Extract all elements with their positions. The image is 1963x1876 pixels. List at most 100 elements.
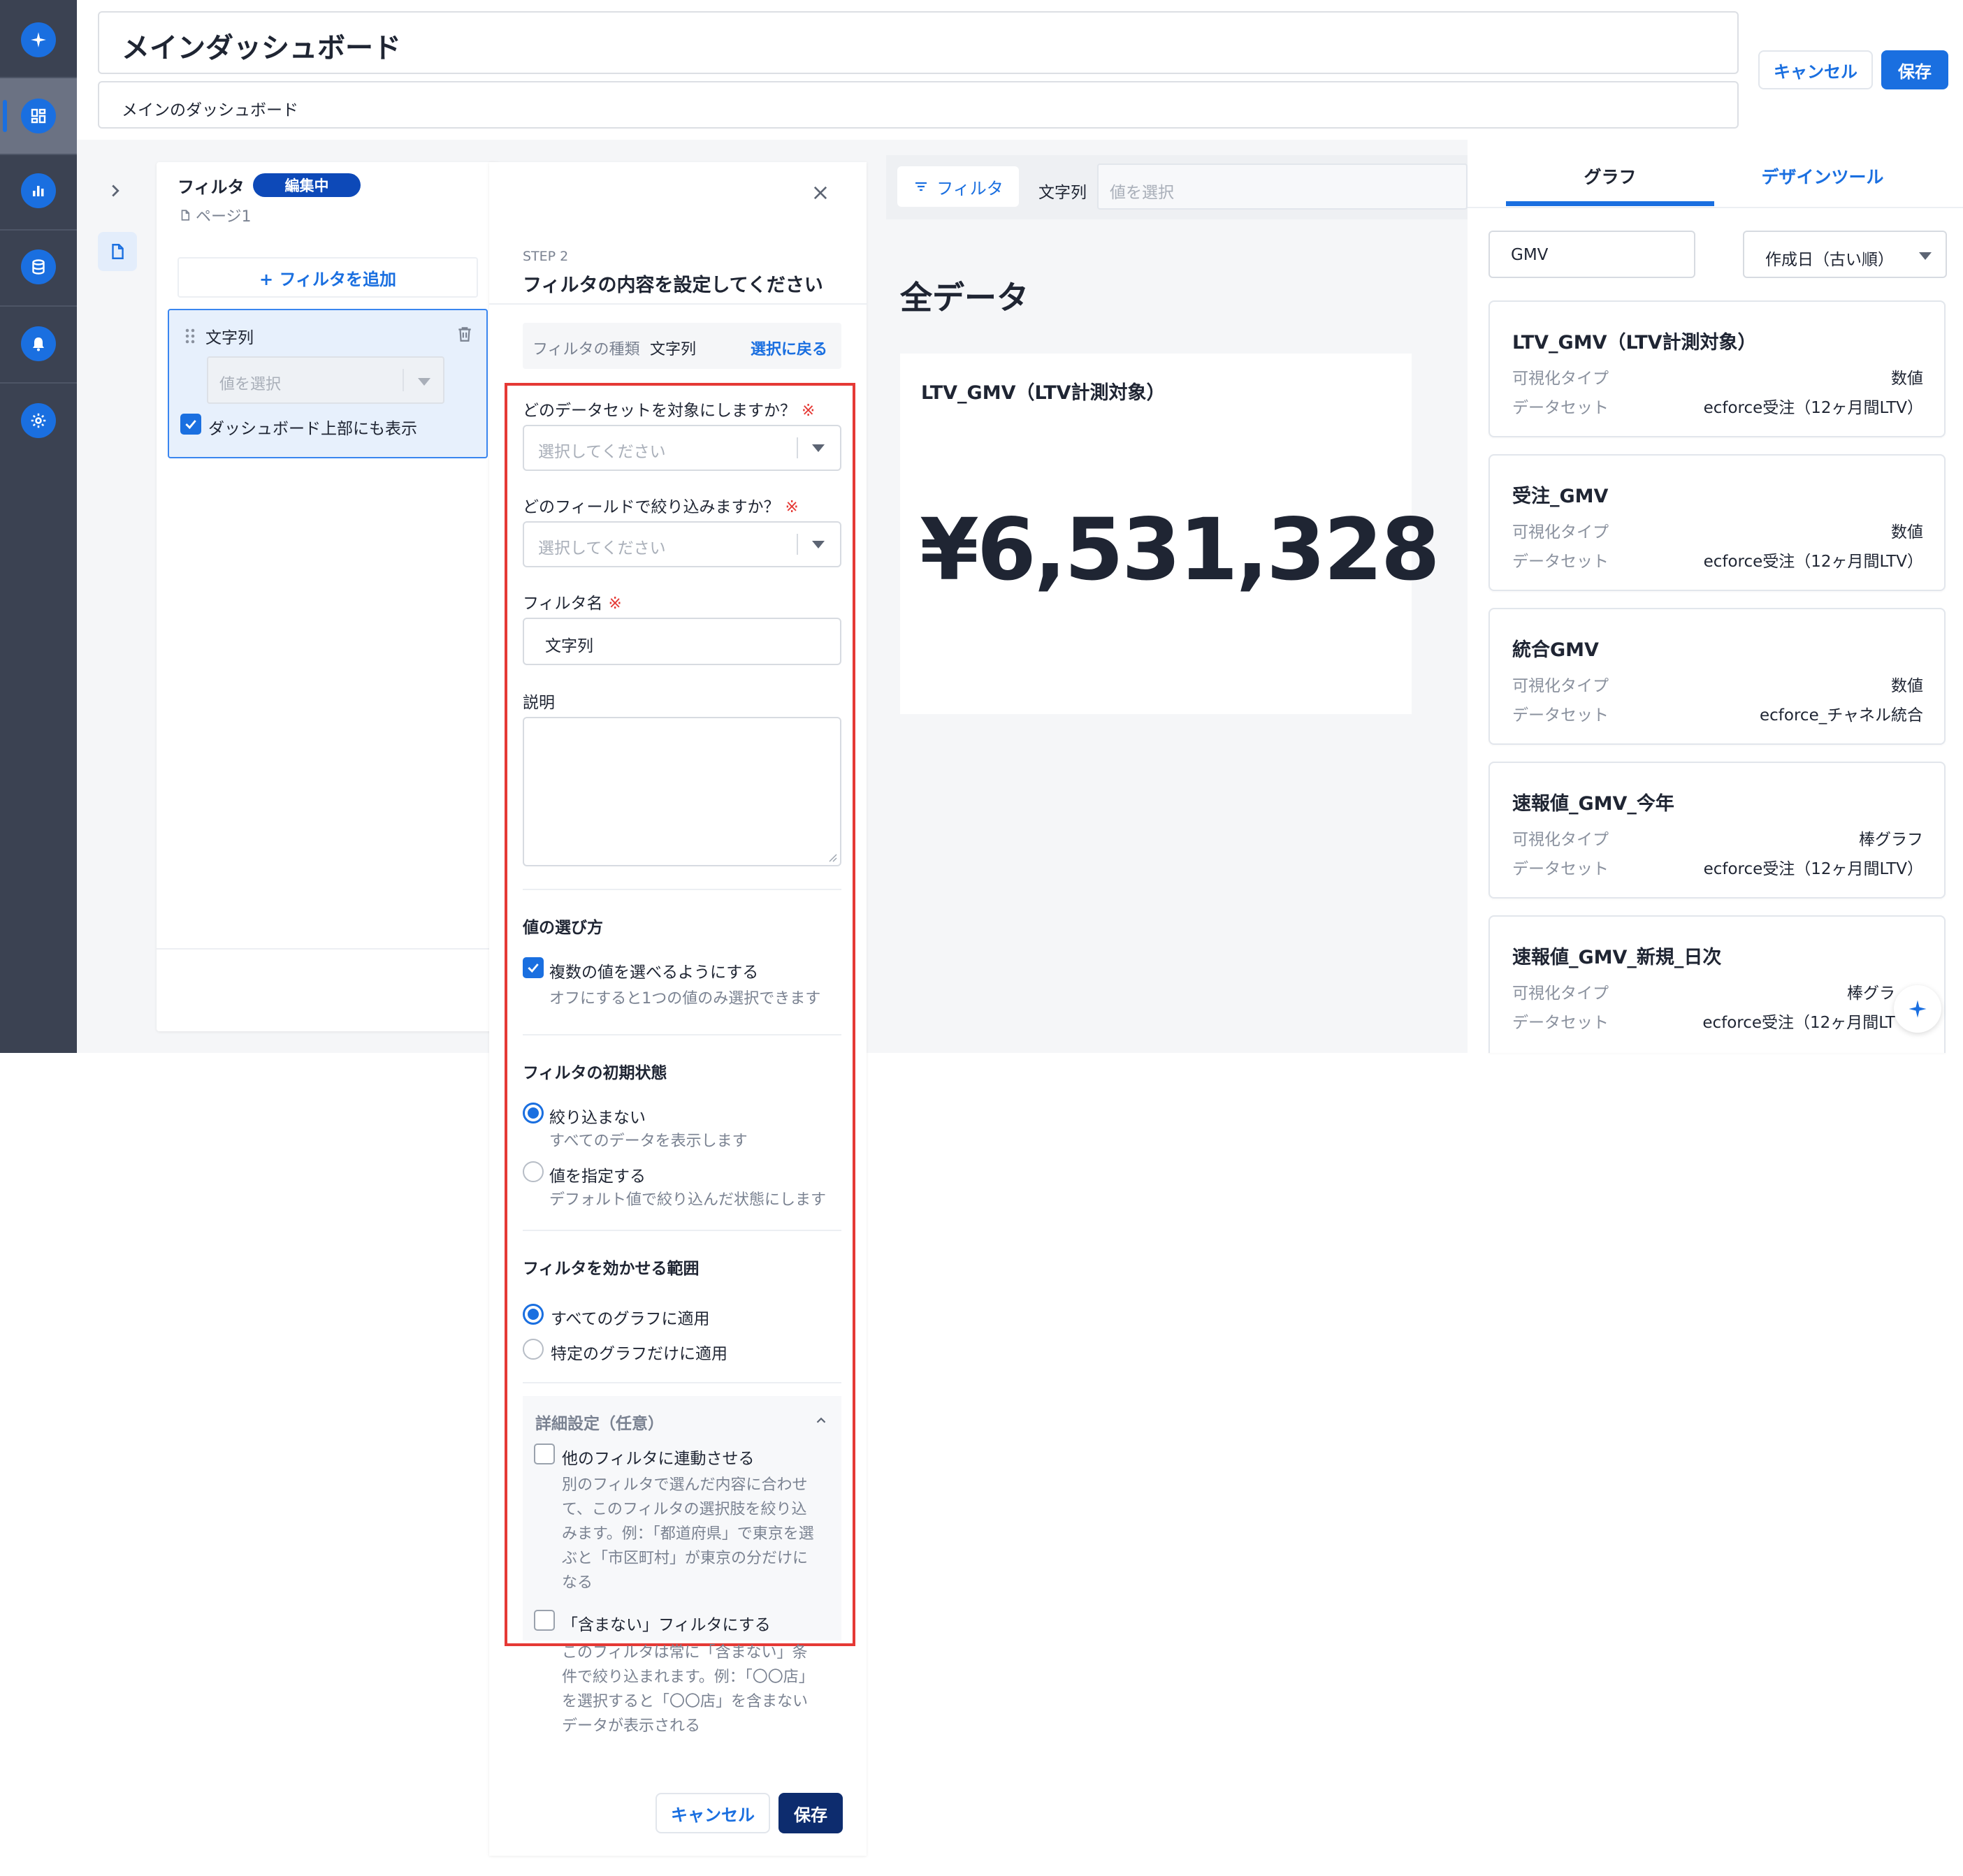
exclude-filter-help-line: 件で絞り込まれます。例：「〇〇店」 — [562, 1668, 814, 1686]
graph-card-viz-key: 可視化タイプ — [1512, 677, 1609, 695]
description-textarea[interactable] — [523, 717, 841, 866]
dashboard-description: メインのダッシュボード — [122, 101, 298, 119]
step-cancel-button[interactable]: キャンセル — [655, 1793, 770, 1833]
scope-specific-radio[interactable] — [523, 1339, 544, 1360]
graph-card[interactable]: 速報値_GMV_今年 可視化タイプ 棒グラフ データセット ecforce受注（… — [1488, 762, 1946, 899]
required-mark: ※ — [785, 498, 799, 516]
no-filter-label: 絞り込まない — [549, 1109, 646, 1127]
step-save-button[interactable]: 保存 — [778, 1793, 843, 1833]
chevron-down-icon — [1919, 252, 1932, 260]
header-save-button[interactable]: 保存 — [1881, 50, 1948, 89]
trash-icon[interactable] — [456, 324, 474, 344]
field-select[interactable]: 選択してください — [523, 521, 841, 567]
tab-graph[interactable]: グラフ — [1506, 163, 1714, 189]
specify-value-help: デフォルト値で絞り込んだ状態にします — [549, 1191, 827, 1209]
dashboard-title-field[interactable]: メインダッシュボード — [98, 11, 1739, 74]
graph-card[interactable]: 受注_GMV 可視化タイプ 数値 データセット ecforce受注（12ヶ月間L… — [1488, 454, 1946, 591]
tab-design-tool[interactable]: デザインツール — [1714, 163, 1931, 189]
graph-card-viz-key: 可視化タイプ — [1512, 831, 1609, 849]
scope-specific-label: 特定のグラフだけに適用 — [551, 1345, 727, 1363]
initial-state-heading: フィルタの初期状態 — [523, 1064, 667, 1082]
gear-icon[interactable] — [21, 403, 56, 438]
field-select-placeholder: 選択してください — [538, 539, 666, 558]
graph-card-title: LTV_GMV（LTV計測対象） — [1512, 332, 1757, 354]
scope-all-radio[interactable] — [523, 1304, 544, 1325]
filter-type-value: 文字列 — [650, 341, 697, 358]
dataset-label-row: どのデータセットを対象にしますか？ ※ — [523, 397, 815, 421]
exclude-filter-label: 「含まない」フィルタにする — [562, 1616, 771, 1634]
graph-card[interactable]: LTV_GMV（LTV計測対象） 可視化タイプ 数値 データセット ecforc… — [1488, 300, 1946, 437]
bar-chart-icon[interactable] — [21, 173, 56, 208]
filter-item[interactable]: 文字列 値を選択 ダッシュボード上部にも表示 — [168, 309, 488, 458]
graph-card-viz-value: 数値 — [1891, 370, 1923, 388]
graph-card-viz-value: 数値 — [1891, 523, 1923, 541]
sparkle-icon[interactable] — [21, 22, 56, 57]
close-icon[interactable] — [811, 183, 830, 203]
header-cancel-button[interactable]: キャンセル — [1758, 50, 1873, 89]
graph-card-dataset-key: データセット — [1512, 553, 1609, 571]
kpi-card[interactable]: LTV_GMV（LTV計測対象） ¥6,531,328 — [900, 354, 1440, 714]
exclude-filter-checkbox[interactable] — [534, 1610, 555, 1631]
specify-value-radio[interactable] — [523, 1161, 544, 1182]
link-filter-checkbox[interactable] — [534, 1444, 555, 1464]
filter-lines-icon — [915, 182, 927, 191]
dataset-label: どのデータセットを対象にしますか？ — [523, 402, 796, 420]
link-filter-help-line: 別のフィルタで選んだ内容に合わせ — [562, 1476, 808, 1494]
filter-name-input[interactable]: 文字列 — [523, 618, 841, 665]
graph-card-viz-value: 数値 — [1891, 677, 1923, 695]
graph-card[interactable]: 速報値_GMV_新規_日次 可視化タイプ 棒グラ データセット ecforce受… — [1488, 915, 1946, 1053]
link-filter-help-line: ぶと「市区町村」が東京の分だけに — [562, 1550, 809, 1567]
graph-card-title: 速報値_GMV_今年 — [1512, 793, 1674, 815]
field-label: どのフィールドで絞り込みますか？ — [523, 498, 780, 516]
add-filter-button[interactable]: + フィルタを追加 — [178, 257, 478, 298]
show-on-top-checkbox[interactable] — [180, 414, 201, 435]
page-icon — [181, 210, 190, 221]
exclude-filter-help-line: データが表示される — [562, 1717, 701, 1735]
show-on-top-label: ダッシュボード上部にも表示 — [208, 420, 417, 438]
editing-badge: 編集中 — [253, 173, 361, 197]
sort-select[interactable]: 作成日（古い順） — [1743, 231, 1947, 278]
page-icon[interactable] — [98, 232, 137, 271]
filter-item-value-select[interactable]: 値を選択 — [207, 356, 444, 404]
graph-card-dataset-value: ecforce受注（12ヶ月間LT — [1702, 1014, 1895, 1032]
right-panel: グラフ デザインツール GMV 作成日（古い順） LTV_GMV（LTV計測対象… — [1468, 140, 1963, 1053]
multi-select-checkbox[interactable] — [523, 957, 544, 978]
preview-value-select[interactable]: 値を選択 — [1097, 163, 1468, 210]
graph-search-input[interactable]: GMV — [1488, 231, 1695, 278]
sidebar — [0, 0, 77, 1053]
sort-value: 作成日（古い順） — [1765, 251, 1894, 269]
advanced-settings-toggle[interactable]: 詳細設定（任意） — [535, 1410, 664, 1434]
page-indicator: ページ1 — [179, 204, 252, 226]
filter-name-value: 文字列 — [545, 637, 593, 655]
graph-card-viz-value: 棒グラフ — [1859, 831, 1923, 849]
sparkle-icon — [1908, 1000, 1927, 1018]
graph-card-dataset-key: データセット — [1512, 706, 1609, 725]
graph-card-dataset-value: ecforce受注（12ヶ月間LTV） — [1703, 399, 1923, 417]
graph-card[interactable]: 統合GMV 可視化タイプ 数値 データセット ecforce_チャネル統合 — [1488, 608, 1946, 745]
bell-icon[interactable] — [21, 326, 56, 361]
step-label: STEP 2 — [523, 249, 569, 264]
dashboard-description-field[interactable]: メインのダッシュボード — [98, 81, 1739, 129]
required-mark: ※ — [802, 402, 816, 420]
chevron-right-icon[interactable] — [105, 180, 126, 201]
specify-value-label: 値を指定する — [549, 1168, 646, 1186]
page-label: ページ1 — [196, 208, 252, 226]
chevron-up-icon[interactable] — [813, 1413, 829, 1428]
link-filter-label: 他のフィルタに連動させる — [562, 1450, 755, 1468]
required-mark: ※ — [608, 595, 622, 613]
ai-assistant-button[interactable] — [1894, 985, 1941, 1033]
multi-select-help: オフにすると1つの値のみ選択できます — [549, 990, 821, 1008]
chevron-down-icon — [812, 541, 825, 548]
dataset-select[interactable]: 選択してください — [523, 425, 841, 471]
no-filter-radio[interactable] — [523, 1103, 544, 1124]
graph-search-value: GMV — [1511, 246, 1549, 264]
dashboard-grid-icon[interactable] — [21, 99, 56, 133]
exclude-filter-help-line: このフィルタは常に「含まない」条 — [562, 1644, 808, 1662]
kpi-title: LTV_GMV（LTV計測対象） — [921, 382, 1166, 404]
preview-filter-field-label: 文字列 — [1038, 184, 1087, 202]
exclude-filter-help-line: を選択すると「〇〇店」を含まない — [562, 1693, 809, 1710]
back-to-select-link[interactable]: 選択に戻る — [751, 337, 827, 359]
graph-card-title: 統合GMV — [1512, 639, 1599, 661]
filter-chip[interactable]: フィルタ — [897, 166, 1019, 207]
database-icon[interactable] — [21, 249, 56, 284]
